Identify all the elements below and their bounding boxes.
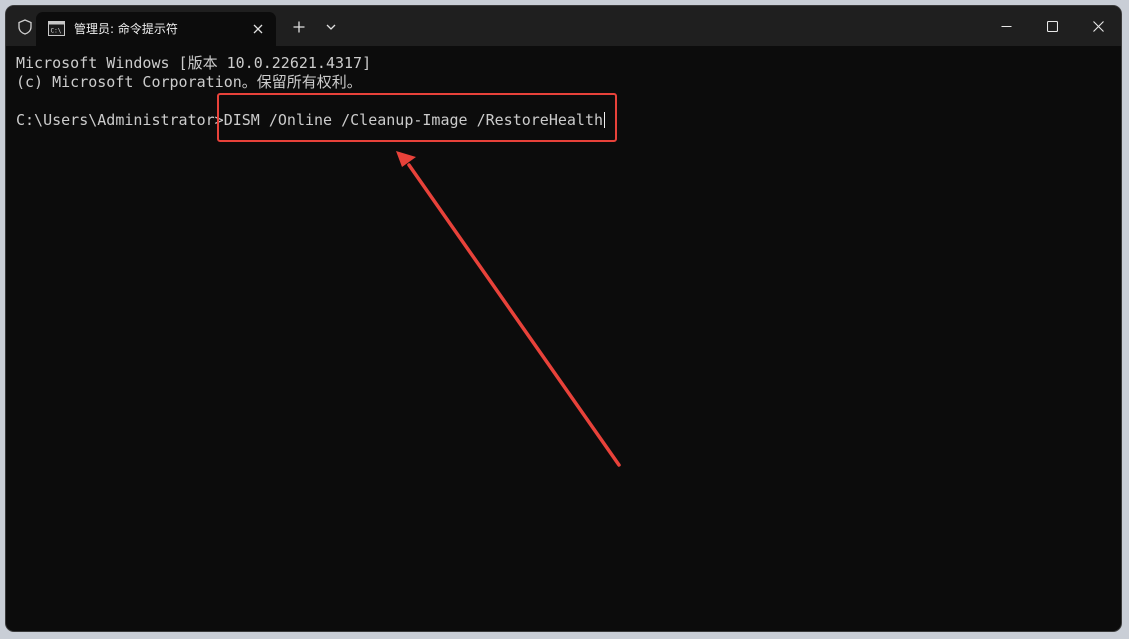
terminal-output[interactable]: Microsoft Windows [版本 10.0.22621.4317] (… — [6, 46, 1121, 631]
version-line: Microsoft Windows [版本 10.0.22621.4317] — [16, 54, 372, 72]
title-bar[interactable]: C:\ 管理员: 命令提示符 — [6, 6, 1121, 46]
text-cursor — [604, 112, 606, 128]
tab-command-prompt[interactable]: C:\ 管理员: 命令提示符 — [36, 12, 276, 46]
close-window-button[interactable] — [1075, 6, 1121, 46]
copyright-line: (c) Microsoft Corporation。保留所有权利。 — [16, 73, 362, 91]
prompt: C:\Users\Administrator> — [16, 111, 224, 129]
close-icon — [1093, 21, 1104, 32]
svg-text:C:\: C:\ — [51, 28, 62, 35]
minimize-icon — [1001, 25, 1012, 28]
maximize-icon — [1047, 21, 1058, 32]
command-line[interactable]: C:\Users\Administrator>DISM /Online /Cle… — [16, 111, 606, 130]
maximize-button[interactable] — [1029, 6, 1075, 46]
close-icon[interactable] — [249, 20, 267, 38]
command-input[interactable]: DISM /Online /Cleanup-Image /RestoreHeal… — [224, 111, 603, 129]
tab-title: 管理员: 命令提示符 — [74, 22, 178, 36]
shield-icon — [18, 19, 32, 35]
terminal-window: C:\ 管理员: 命令提示符 Microsoft Windows [版本 10.… — [6, 6, 1121, 631]
cmd-icon: C:\ — [48, 21, 65, 36]
plus-icon[interactable] — [290, 18, 308, 36]
chevron-down-icon[interactable] — [322, 18, 340, 36]
minimize-button[interactable] — [983, 6, 1029, 46]
